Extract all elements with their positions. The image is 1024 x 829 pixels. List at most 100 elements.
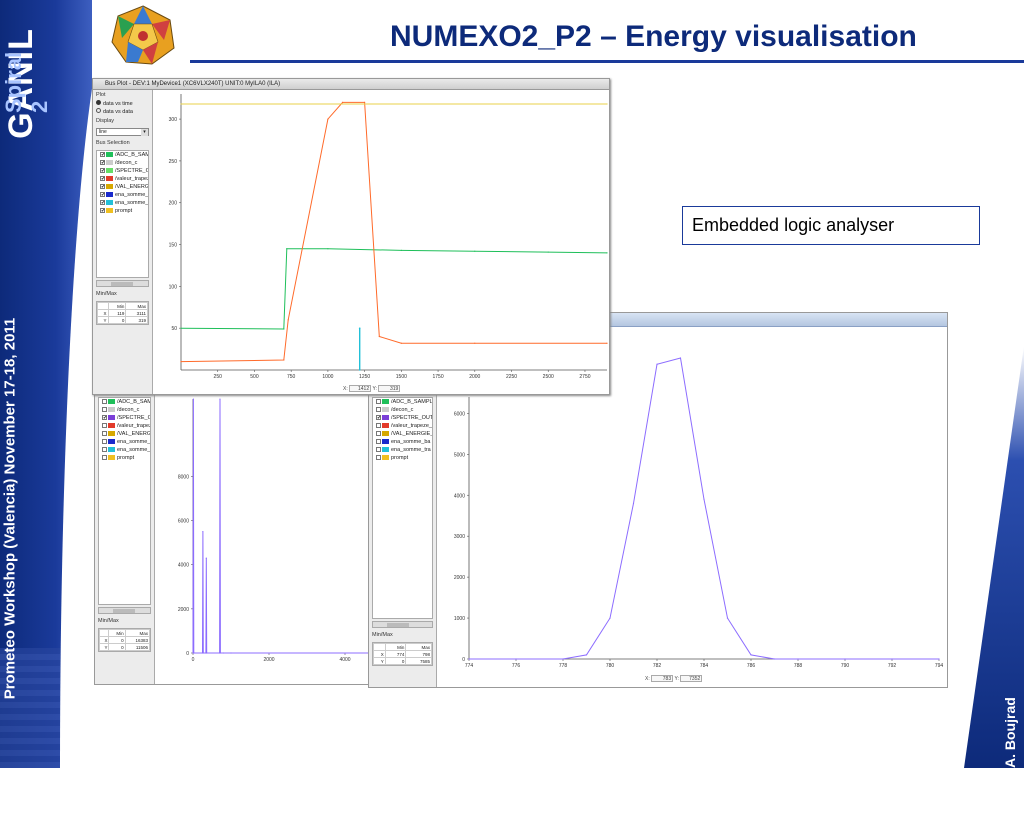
y-tick-label: 300: [169, 117, 178, 123]
bus-label: ena_somme_ba: [115, 192, 148, 198]
bus-list[interactable]: /ADC_B_SAMPLE/decon_c✔ /SPECTRE_OUT/valeu…: [98, 397, 151, 605]
x-tick-label: 2500: [543, 374, 554, 380]
bus-list-scrollbar[interactable]: [372, 621, 433, 628]
bus-item[interactable]: ena_somme_ba: [373, 438, 432, 446]
x-tick-label: 790: [841, 663, 850, 669]
plot-section-label: Plot: [93, 90, 152, 100]
bus-item[interactable]: prompt: [373, 454, 432, 462]
bus-color-swatch: [106, 152, 113, 157]
bus-item[interactable]: ✔/SPECTRE_OUT: [97, 167, 148, 175]
bus-item[interactable]: /VAL_ENERGIE_: [373, 430, 432, 438]
bus-label: /valeur_trapeze_c: [115, 176, 148, 182]
bus-waveform-plot[interactable]: 3002502001501005025050075010001250150017…: [155, 90, 610, 384]
spectrum-overview-plot[interactable]: 80006000400020000020004000: [157, 393, 384, 673]
minmax-row: X774798: [374, 651, 432, 658]
x-tick-label: 2750: [579, 374, 590, 380]
bus-item[interactable]: /valeur_trapeze_c: [99, 422, 150, 430]
bus-item[interactable]: /VAL_ENERGIE_: [99, 430, 150, 438]
bus-checkbox[interactable]: [102, 455, 107, 460]
y-tick-label: 6000: [454, 411, 465, 417]
bus-checkbox[interactable]: ✔: [100, 200, 105, 205]
bus-checkbox[interactable]: [376, 447, 381, 452]
bus-checkbox[interactable]: ✔: [376, 415, 381, 420]
bus-list[interactable]: ✔/ADC_B_SAMPLE✔/decon_c✔/SPECTRE_OUT✔/va…: [96, 150, 149, 278]
bus-checkbox[interactable]: [376, 439, 381, 444]
bus-checkbox[interactable]: [102, 431, 107, 436]
y-readout: 7352: [680, 675, 702, 682]
bus-item[interactable]: ✔/SPECTRE_OUT: [373, 414, 432, 422]
minmax-cell: X: [98, 310, 109, 317]
bus-color-swatch: [382, 407, 389, 412]
bus-item[interactable]: ✔ena_somme_tra: [97, 199, 148, 207]
spectrum-window-left: /ADC_B_SAMPLE/decon_c✔/SPECTRE_OUT/valeu…: [94, 392, 384, 685]
minmax-label: Min/Max: [93, 289, 152, 299]
bus-item[interactable]: ✔ /SPECTRE_OUT: [99, 414, 150, 422]
bus-item[interactable]: ✔ /valeur_trapeze_c: [97, 175, 148, 183]
bus-checkbox[interactable]: ✔: [100, 160, 105, 165]
x-tick-label: 792: [888, 663, 897, 669]
bus-item[interactable]: /ADC_B_SAMPLE: [373, 398, 432, 406]
bus-item[interactable]: ena_somme_tra: [99, 446, 150, 454]
bus-color-swatch: [106, 176, 113, 181]
data-point: [656, 364, 657, 365]
bus-color-swatch: [108, 431, 115, 436]
bus-label: /SPECTRE_OUT: [117, 415, 150, 421]
minmax-cell: Max: [406, 644, 432, 651]
radio-data-vs-time[interactable]: data vs time: [93, 100, 152, 108]
data-point: [703, 499, 704, 500]
minmax-cell: Y: [98, 317, 109, 324]
bus-item[interactable]: /decon_c: [373, 406, 432, 414]
bus-item[interactable]: /valeur_trapeze_c: [373, 422, 432, 430]
bus-color-swatch: [382, 439, 389, 444]
bus-checkbox[interactable]: [376, 423, 381, 428]
bus-checkbox[interactable]: [102, 407, 107, 412]
bus-checkbox[interactable]: [376, 407, 381, 412]
bus-checkbox[interactable]: ✔: [100, 152, 105, 157]
data-point: [468, 658, 469, 659]
bus-checkbox[interactable]: ✔: [100, 208, 105, 213]
y-tick-label: 3000: [454, 534, 465, 540]
display-dropdown[interactable]: line▾: [96, 128, 149, 136]
bus-item[interactable]: /ADC_B_SAMPLE: [99, 398, 150, 406]
data-point: [283, 359, 284, 360]
window-titlebar[interactable]: Bus Plot - DEV:1 MyDevice1 (XC6VLX240T) …: [93, 79, 609, 90]
bus-item[interactable]: prompt: [99, 454, 150, 462]
bus-checkbox[interactable]: [376, 455, 381, 460]
bus-checkbox[interactable]: [102, 439, 107, 444]
workshop-text: Prometeo Workshop (Valencia) November 17…: [2, 189, 19, 829]
bus-list-scrollbar[interactable]: [98, 607, 151, 614]
minmax-cell: Y: [100, 644, 109, 651]
bus-checkbox[interactable]: ✔: [100, 192, 105, 197]
data-point: [548, 251, 549, 252]
bus-checkbox[interactable]: [376, 399, 381, 404]
bus-item[interactable]: ✔/decon_c: [97, 159, 148, 167]
bus-item[interactable]: /decon_c: [99, 406, 150, 414]
bus-checkbox[interactable]: ✔: [100, 168, 105, 173]
bus-item[interactable]: ✔/VAL_ENERGIE_: [97, 183, 148, 191]
bus-checkbox[interactable]: [102, 423, 107, 428]
bus-item[interactable]: ✔/ADC_B_SAMPLE: [97, 151, 148, 159]
bus-label: /valeur_trapeze_c: [391, 423, 432, 429]
x-tick-label: 1250: [359, 374, 370, 380]
bus-checkbox[interactable]: [102, 399, 107, 404]
bus-checkbox[interactable]: ✔: [100, 184, 105, 189]
minmax-cell: 119: [108, 310, 126, 317]
bus-checkbox[interactable]: ✔: [102, 415, 107, 420]
radio-data-vs-data[interactable]: data vs data: [93, 108, 152, 116]
bus-checkbox[interactable]: [376, 431, 381, 436]
data-point: [401, 343, 402, 344]
bus-checkbox[interactable]: ✔: [100, 176, 105, 181]
minmax-cell: 11506: [125, 644, 149, 651]
bus-item[interactable]: ✔ ena_somme_ba: [97, 191, 148, 199]
bus-checkbox[interactable]: [102, 447, 107, 452]
bus-item[interactable]: ena_somme_tra: [373, 446, 432, 454]
bus-list[interactable]: /ADC_B_SAMPLE/decon_c✔/SPECTRE_OUT/valeu…: [372, 397, 433, 619]
x-tick-label: 250: [214, 374, 223, 380]
y-tick-label: 150: [169, 243, 178, 249]
bus-item[interactable]: ✔prompt: [97, 207, 148, 215]
bus-item[interactable]: ena_somme_ba: [99, 438, 150, 446]
y-tick-label: 5000: [454, 452, 465, 458]
bus-label: ena_somme_ba: [117, 439, 150, 445]
bus-list-scrollbar[interactable]: [96, 280, 149, 287]
minmax-cell: Max: [125, 630, 149, 637]
